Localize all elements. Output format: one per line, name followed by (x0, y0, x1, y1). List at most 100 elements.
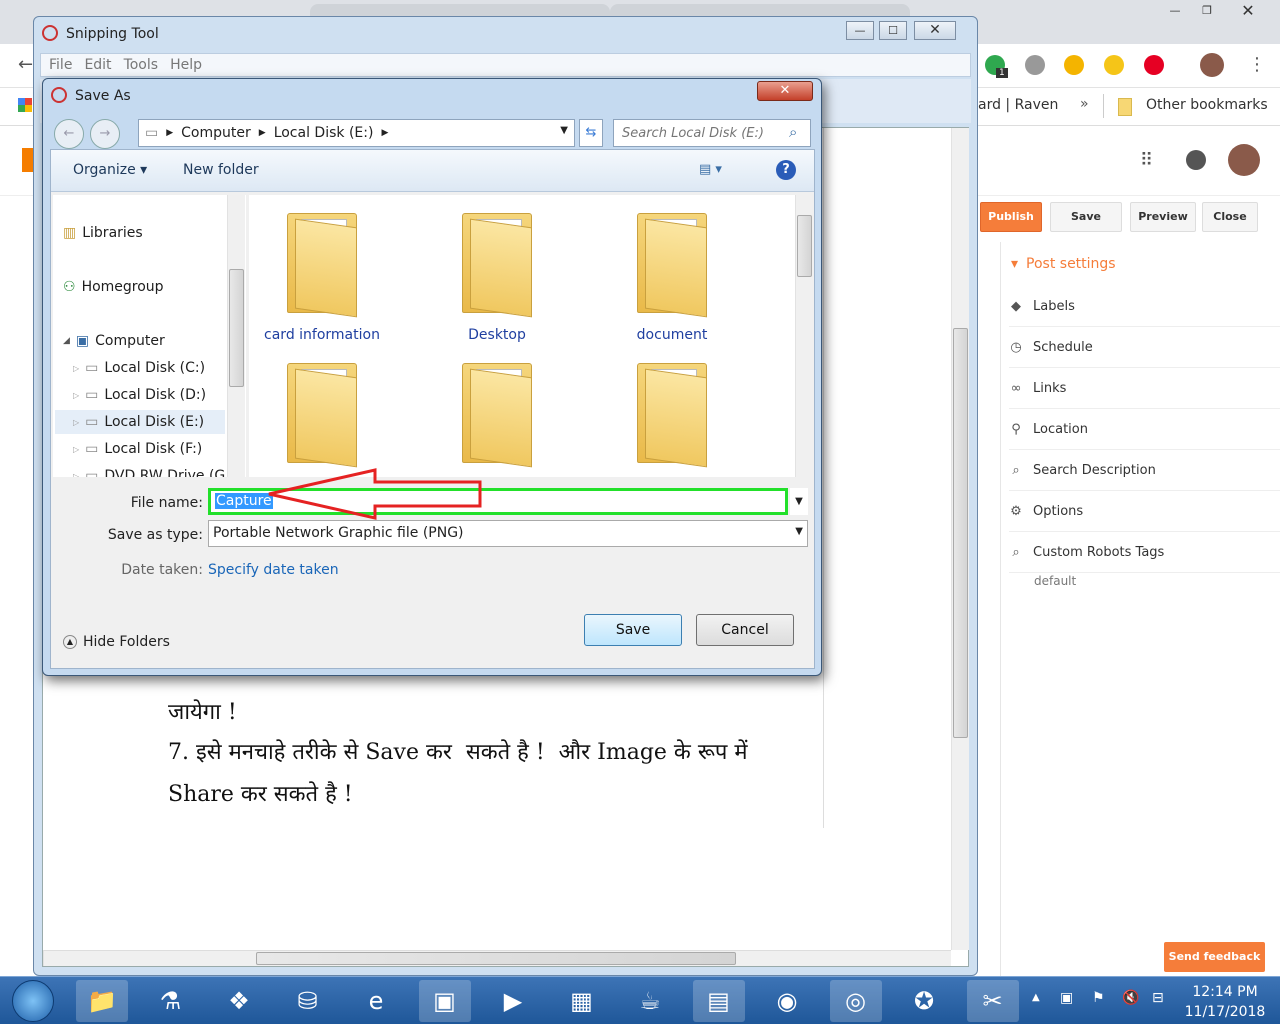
forward-button[interactable]: → (90, 119, 120, 149)
save-as-type-select[interactable]: Portable Network Graphic file (PNG) ▼ (208, 520, 808, 547)
post-setting-item[interactable]: ◷ Schedule (1009, 328, 1280, 368)
breadcrumb-computer[interactable]: Computer (181, 125, 251, 141)
app-icon[interactable]: ▣ (418, 980, 471, 1022)
nav-homegroup[interactable]: ⚇ Homegroup (63, 275, 164, 299)
nav-drive[interactable]: ▷ ▭ Local Disk (F:) (73, 437, 243, 461)
new-folder-button[interactable]: New folder (183, 162, 259, 178)
app-icon[interactable]: ✪ (898, 980, 950, 1022)
restore-icon[interactable]: ❐ (1192, 2, 1222, 21)
nav-libraries[interactable]: ▥ Libraries (63, 221, 143, 245)
chevron-right-icon: ▶ (381, 128, 389, 138)
maximize-button[interactable]: ☐ (879, 21, 907, 40)
scrollbar-thumb[interactable] (256, 952, 736, 965)
notifications-icon[interactable] (1186, 150, 1206, 170)
folder-item[interactable]: document (587, 203, 757, 348)
horizontal-scrollbar[interactable] (43, 950, 951, 966)
menu-file[interactable]: File (49, 57, 72, 73)
scrollbar-thumb[interactable] (797, 215, 812, 277)
bookmarks-overflow-button[interactable]: » (1080, 96, 1089, 112)
menu-help[interactable]: Help (170, 57, 202, 73)
other-bookmarks[interactable]: Other bookmarks (1146, 97, 1268, 113)
publish-button[interactable]: Publish (980, 202, 1042, 232)
organize-button[interactable]: Organize ▾ (73, 162, 147, 178)
volume-muted-icon[interactable]: 🔇 (1122, 990, 1139, 1006)
extension-ip-icon[interactable] (1064, 55, 1084, 75)
post-setting-item[interactable]: ⚙ Options (1009, 492, 1280, 532)
show-hidden-icons-button[interactable]: ▲ (1032, 992, 1040, 1003)
cancel-button[interactable]: Cancel (696, 614, 794, 646)
scrollbar-thumb[interactable] (953, 328, 968, 738)
start-button[interactable] (12, 980, 54, 1022)
post-setting-item[interactable]: ⚲ Location (1009, 410, 1280, 450)
tray-icon[interactable]: ▣ (1060, 990, 1073, 1006)
chevron-down-icon[interactable]: ▼ (560, 125, 568, 136)
java-icon[interactable]: ☕ (624, 980, 676, 1022)
folder-item[interactable] (412, 353, 582, 477)
menu-tools[interactable]: Tools (124, 57, 159, 73)
nav-computer[interactable]: ◢ ▣ Computer (63, 329, 165, 353)
media-player-icon[interactable]: ▶ (487, 980, 539, 1022)
avatar[interactable] (1228, 144, 1260, 176)
save-post-button[interactable]: Save (1050, 202, 1122, 232)
nav-drive[interactable]: ▷ ▭ Local Disk (E:) (55, 410, 225, 434)
vertical-scrollbar[interactable] (951, 128, 969, 950)
apps-icon[interactable] (18, 98, 32, 112)
view-options-icon[interactable]: ▤ ▾ (699, 162, 722, 177)
menu-edit[interactable]: Edit (84, 57, 111, 73)
refresh-button[interactable]: ⇆ (579, 119, 603, 147)
extension-bulb-icon[interactable] (1104, 55, 1124, 75)
address-bar[interactable]: ▭ ▶ Computer ▶ Local Disk (E:) ▶ ▼ (138, 119, 575, 147)
back-button[interactable]: ← (54, 119, 84, 149)
snipping-tool-icon[interactable]: ✂ (966, 980, 1019, 1022)
folder-item[interactable] (249, 353, 407, 477)
nav-drive[interactable]: ▷ ▭ DVD RW Drive (G (73, 464, 243, 477)
search-input[interactable] (613, 119, 811, 147)
pinterest-icon[interactable] (1144, 55, 1164, 75)
post-setting-item[interactable]: ∞ Links (1009, 369, 1280, 409)
folder-item[interactable]: Desktop (412, 203, 582, 348)
app-icon[interactable]: ▦ (556, 980, 608, 1022)
help-icon[interactable]: ? (776, 160, 796, 180)
firefox-icon[interactable]: ◉ (761, 980, 813, 1022)
specify-date-taken-link[interactable]: Specify date taken (208, 562, 339, 578)
nav-drive[interactable]: ▷ ▭ Local Disk (D:) (73, 383, 243, 407)
scrollbar-thumb[interactable] (229, 269, 244, 387)
folder-item[interactable] (587, 353, 757, 477)
network-icon[interactable]: ⊟ (1152, 990, 1164, 1006)
app-icon[interactable]: ⚗ (145, 980, 197, 1022)
files-scrollbar[interactable] (795, 195, 813, 477)
chrome-icon[interactable]: ◎ (829, 980, 882, 1022)
close-post-button[interactable]: Close (1202, 202, 1258, 232)
hide-folders-button[interactable]: ▲ Hide Folders (63, 634, 170, 650)
action-center-flag-icon[interactable]: ⚑ (1092, 990, 1105, 1006)
menu-kebab-icon[interactable]: ⋮ (1248, 54, 1266, 75)
internet-explorer-icon[interactable]: e (350, 980, 402, 1022)
chevron-down-icon[interactable]: ▼ (790, 488, 808, 515)
nav-drive[interactable]: ▷ ▭ Local Disk (C:) (73, 356, 243, 380)
app-icon[interactable]: ⛁ (282, 980, 334, 1022)
close-button[interactable]: ✕ (914, 21, 956, 40)
save-button[interactable]: Save (584, 614, 682, 646)
folder-item[interactable]: card information (249, 203, 407, 348)
send-feedback-button[interactable]: Send feedback (1164, 942, 1265, 972)
minimize-button[interactable]: — (846, 21, 874, 40)
apps-grid-icon[interactable]: ⠿ (1140, 150, 1153, 171)
dropbox-icon[interactable]: ❖ (213, 980, 265, 1022)
post-setting-item[interactable]: ⌕ Custom Robots Tags (1009, 533, 1280, 573)
bookmark-item[interactable]: ard | Raven (978, 97, 1058, 113)
app-icon[interactable]: ▤ (692, 980, 745, 1022)
close-button[interactable]: ✕ (757, 81, 813, 101)
post-setting-item[interactable]: ◆ Labels (1009, 287, 1280, 327)
breadcrumb-local-disk[interactable]: Local Disk (E:) (274, 125, 374, 141)
avatar[interactable] (1200, 53, 1224, 77)
close-icon[interactable]: ✕ (1230, 2, 1266, 21)
nav-scrollbar[interactable] (227, 195, 245, 477)
preview-button[interactable]: Preview (1130, 202, 1196, 232)
minimize-icon[interactable]: — (1160, 2, 1190, 21)
clock[interactable]: 12:14 PM 11/17/2018 (1180, 982, 1270, 1022)
camera-icon[interactable] (1025, 55, 1045, 75)
windows-explorer-icon[interactable]: 📁 (76, 980, 128, 1022)
back-icon[interactable]: ← (18, 54, 33, 75)
post-setting-item[interactable]: ⌕ Search Description (1009, 451, 1280, 491)
post-settings-header[interactable]: ▾ Post settings (1011, 256, 1116, 272)
